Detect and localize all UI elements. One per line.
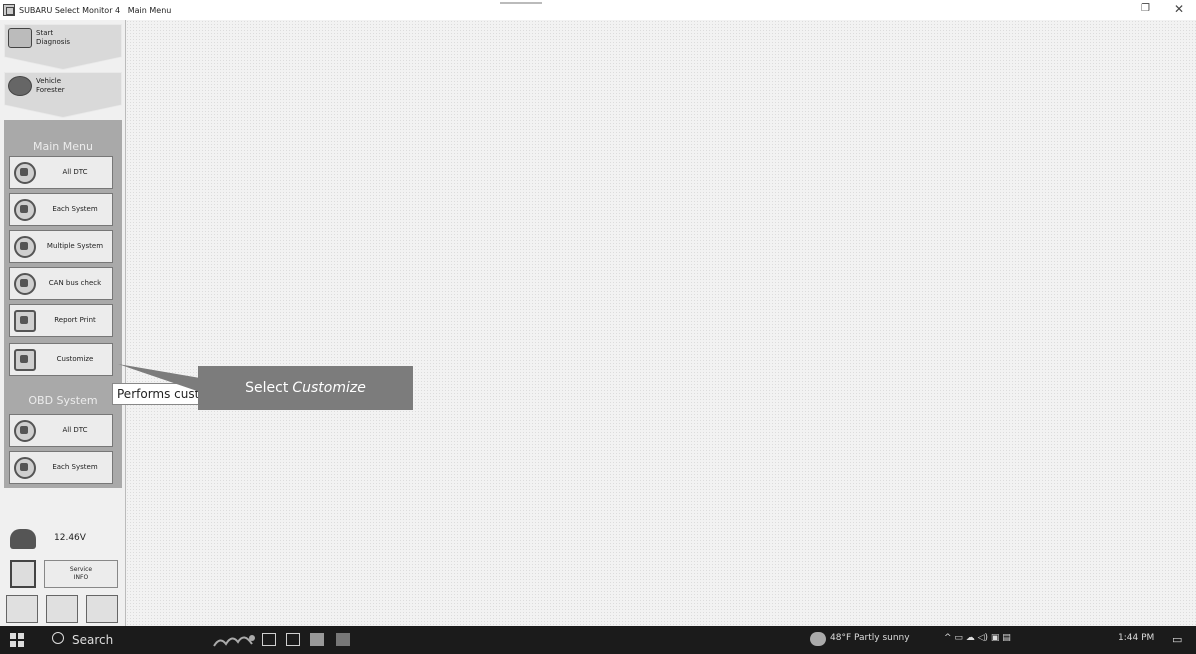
multi-system-icon — [14, 236, 36, 258]
obd-item-all-dtc[interactable]: All DTC — [9, 414, 113, 447]
restore-icon[interactable]: ❐ — [1141, 3, 1150, 14]
obd-item-each-system[interactable]: Each System — [9, 451, 113, 484]
menu-item-can-bus-check[interactable]: CAN bus check — [9, 267, 113, 300]
house-icon — [8, 28, 32, 48]
title-bar: SUBARU Select Monitor 4 Main Menu ❐ ✕ — [0, 0, 1196, 20]
system-icon — [14, 457, 36, 479]
settings-icon[interactable] — [6, 595, 38, 623]
menu-item-label: Multiple System — [46, 242, 104, 250]
sidebar: Start Diagnosis Vehicle Forester Main Me… — [0, 20, 126, 626]
close-icon[interactable]: ✕ — [1174, 2, 1184, 16]
taskbar: Search 48°F Partly sunny ^ ▭ ☁ ◁) ▣ ▤ 1:… — [0, 626, 1196, 654]
weather-icon[interactable] — [810, 632, 826, 646]
car-icon — [8, 76, 32, 96]
main-workspace — [126, 20, 1196, 626]
menu-item-label: Each System — [52, 205, 98, 213]
windows-start-icon[interactable] — [10, 633, 24, 647]
obd-system-title: OBD System — [28, 394, 98, 407]
menu-item-label: CAN bus check — [48, 279, 102, 287]
instruction-callout: Select Customize — [198, 366, 413, 410]
menu-item-label: All DTC — [62, 426, 88, 434]
calculator-icon — [10, 560, 36, 588]
taskbar-search[interactable]: Search — [72, 633, 113, 647]
file-explorer-icon[interactable] — [286, 633, 300, 646]
service-info-button[interactable]: Service INFO — [44, 560, 118, 588]
callout-prefix: Select — [245, 380, 289, 396]
taskview-icon[interactable] — [262, 633, 276, 646]
title-progress-line — [500, 2, 542, 4]
menu-item-each-system[interactable]: Each System — [9, 193, 113, 226]
magnifier-icon — [14, 162, 36, 184]
menu-item-multiple-system[interactable]: Multiple System — [9, 230, 113, 263]
vehicle-label: Vehicle Forester — [36, 77, 65, 94]
main-menu-title: Main Menu — [33, 140, 93, 153]
app-icon[interactable] — [336, 633, 350, 646]
notification-icon[interactable]: ▭ — [1172, 633, 1182, 646]
menu-item-all-dtc[interactable]: All DTC — [9, 156, 113, 189]
menu-item-label: Report Print — [54, 316, 96, 324]
subaru-app-icon[interactable] — [310, 633, 324, 646]
voltage-readout: 12.46V — [54, 533, 86, 543]
system-tray-icons[interactable]: ^ ▭ ☁ ◁) ▣ ▤ — [944, 633, 1011, 643]
system-icon — [14, 199, 36, 221]
menu-item-report-print[interactable]: Report Print — [9, 304, 113, 337]
app-icon — [3, 4, 15, 16]
callout-emphasis: Customize — [292, 380, 366, 396]
magnifier-icon — [14, 420, 36, 442]
taskbar-decoration-icon — [213, 635, 255, 647]
battery-car-icon — [10, 529, 36, 549]
menu-item-customize[interactable]: Customize — [9, 343, 113, 376]
customize-icon — [14, 349, 36, 371]
menu-item-label: Each System — [52, 463, 98, 471]
can-bus-icon — [14, 273, 36, 295]
search-icon[interactable] — [52, 632, 64, 644]
save-icon[interactable] — [46, 595, 78, 623]
customize-tooltip: Performs customize — [112, 383, 202, 405]
clock[interactable]: 1:44 PM — [1118, 633, 1154, 643]
vehicle-button[interactable]: Vehicle Forester — [4, 72, 122, 118]
start-diagnosis-label: Start Diagnosis — [36, 29, 71, 46]
start-diagnosis-button[interactable]: Start Diagnosis — [4, 24, 122, 70]
home-icon[interactable] — [86, 595, 118, 623]
weather-text[interactable]: 48°F Partly sunny — [830, 633, 910, 643]
window-title: SUBARU Select Monitor 4 Main Menu — [19, 5, 172, 15]
menu-item-label: All DTC — [62, 168, 88, 176]
menu-item-label: Customize — [56, 355, 94, 363]
report-icon — [14, 310, 36, 332]
